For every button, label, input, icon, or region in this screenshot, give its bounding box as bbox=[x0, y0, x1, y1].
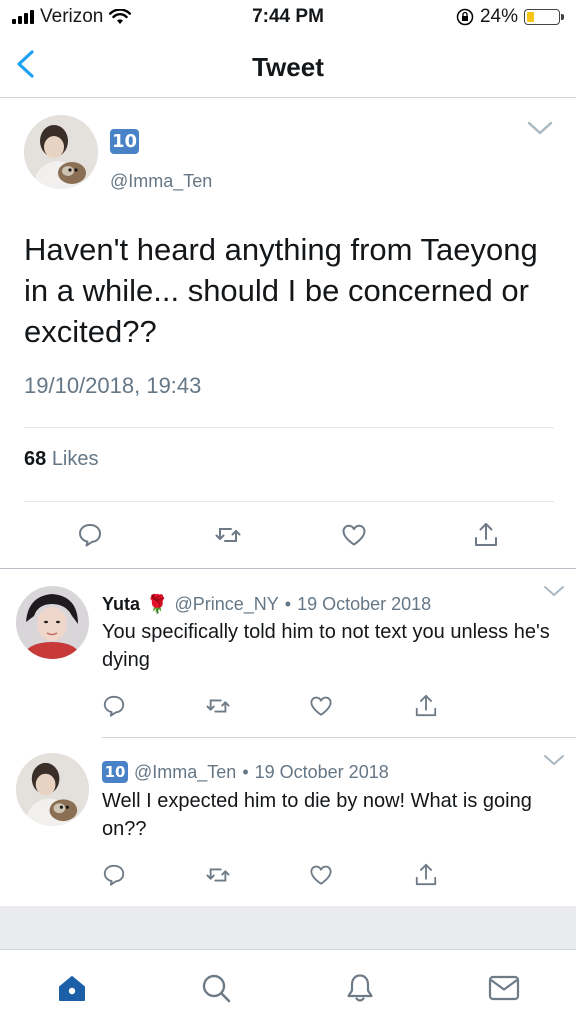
heart-icon bbox=[310, 696, 332, 716]
nav-bar: Tweet bbox=[0, 34, 576, 98]
tweet-text: Haven't heard anything from Taeyong in a… bbox=[24, 232, 538, 349]
likes-count[interactable]: 68 Likes bbox=[24, 448, 99, 471]
chevron-down-icon bbox=[544, 755, 564, 765]
speech-bubble-icon bbox=[103, 864, 125, 886]
tweet-timestamp: 19/10/2018, 19:43 bbox=[24, 373, 202, 398]
reply-button[interactable] bbox=[96, 688, 132, 724]
rose-emoji: 🌹 bbox=[146, 594, 169, 615]
retweet-icon bbox=[206, 699, 230, 713]
display-name[interactable]: Yuta bbox=[102, 594, 140, 615]
reply-date: 19 October 2018 bbox=[254, 761, 389, 782]
tab-bar bbox=[0, 949, 576, 1024]
tab-search[interactable] bbox=[196, 968, 236, 1008]
avatar[interactable] bbox=[16, 753, 89, 826]
battery-fill bbox=[527, 12, 535, 22]
home-icon bbox=[59, 976, 85, 1001]
battery-percent: 24% bbox=[479, 6, 518, 27]
main-tweet: 10 @Imma_Ten Haven't heard anything from… bbox=[0, 99, 576, 569]
retweet-icon bbox=[206, 868, 230, 882]
separator-dot: • bbox=[284, 594, 292, 614]
tweet-options-button[interactable] bbox=[543, 584, 565, 596]
share-button[interactable] bbox=[468, 517, 504, 553]
share-button[interactable] bbox=[408, 688, 444, 724]
tweet-options-button[interactable] bbox=[543, 753, 565, 765]
reply-button[interactable] bbox=[96, 857, 132, 893]
user-handle[interactable]: @Imma_Ten bbox=[134, 762, 236, 783]
like-button[interactable] bbox=[303, 688, 339, 724]
status-bar: Verizon 7:44 PM 24% bbox=[0, 0, 576, 34]
reply-button[interactable] bbox=[72, 517, 108, 553]
reply-header: Yuta 🌹 @Prince_NY • 19 October 2018 bbox=[102, 594, 431, 615]
share-icon bbox=[415, 863, 437, 886]
tweet-text: Well I expected him to die by now! What … bbox=[102, 790, 532, 840]
tweet-text: You specifically told him to not text yo… bbox=[102, 621, 550, 671]
envelope-icon bbox=[488, 975, 520, 1001]
divider bbox=[24, 501, 554, 502]
retweet-icon bbox=[215, 528, 241, 542]
tab-messages[interactable] bbox=[484, 968, 524, 1008]
retweet-button[interactable] bbox=[200, 688, 236, 724]
speech-bubble-icon bbox=[103, 695, 125, 717]
status-right: 24% bbox=[456, 6, 564, 28]
like-button[interactable] bbox=[336, 517, 372, 553]
reply-header: 10 @Imma_Ten • 19 October 2018 bbox=[102, 761, 389, 783]
battery-icon bbox=[524, 9, 564, 25]
reply-tweet[interactable]: 10 @Imma_Ten • 19 October 2018 Well I ex… bbox=[0, 739, 576, 906]
tab-home[interactable] bbox=[52, 968, 92, 1008]
search-icon bbox=[202, 974, 231, 1003]
timeline-footer bbox=[0, 906, 576, 949]
chevron-down-icon bbox=[544, 586, 564, 596]
tweet-options-button[interactable] bbox=[526, 119, 554, 137]
retweet-button[interactable] bbox=[210, 517, 246, 553]
separator-dot: • bbox=[242, 761, 249, 782]
avatar[interactable] bbox=[16, 586, 89, 659]
chevron-down-icon bbox=[527, 121, 553, 135]
user-handle[interactable]: @Imma_Ten bbox=[110, 171, 212, 192]
divider bbox=[24, 427, 554, 428]
reply-tweet[interactable]: Yuta 🌹 @Prince_NY • 19 October 2018 You … bbox=[0, 570, 576, 738]
page-title: Tweet bbox=[252, 52, 324, 82]
tab-notifications[interactable] bbox=[340, 968, 380, 1008]
heart-icon bbox=[310, 865, 332, 885]
speech-bubble-icon bbox=[79, 524, 101, 547]
heart-icon bbox=[342, 524, 366, 546]
orientation-lock-icon bbox=[456, 8, 474, 26]
likes-number: 68 bbox=[24, 448, 47, 470]
retweet-button[interactable] bbox=[200, 857, 236, 893]
share-icon bbox=[475, 523, 497, 546]
keycap-ten-emoji: 10 bbox=[102, 761, 128, 783]
likes-label: Likes bbox=[51, 448, 99, 470]
avatar[interactable] bbox=[24, 115, 98, 189]
share-button[interactable] bbox=[408, 857, 444, 893]
bell-icon bbox=[347, 974, 373, 1002]
user-handle[interactable]: @Prince_NY bbox=[174, 594, 278, 615]
divider bbox=[102, 737, 576, 738]
reply-date: 19 October 2018 bbox=[297, 594, 432, 614]
share-icon bbox=[415, 694, 437, 717]
keycap-ten-emoji: 10 bbox=[110, 129, 139, 154]
like-button[interactable] bbox=[303, 857, 339, 893]
